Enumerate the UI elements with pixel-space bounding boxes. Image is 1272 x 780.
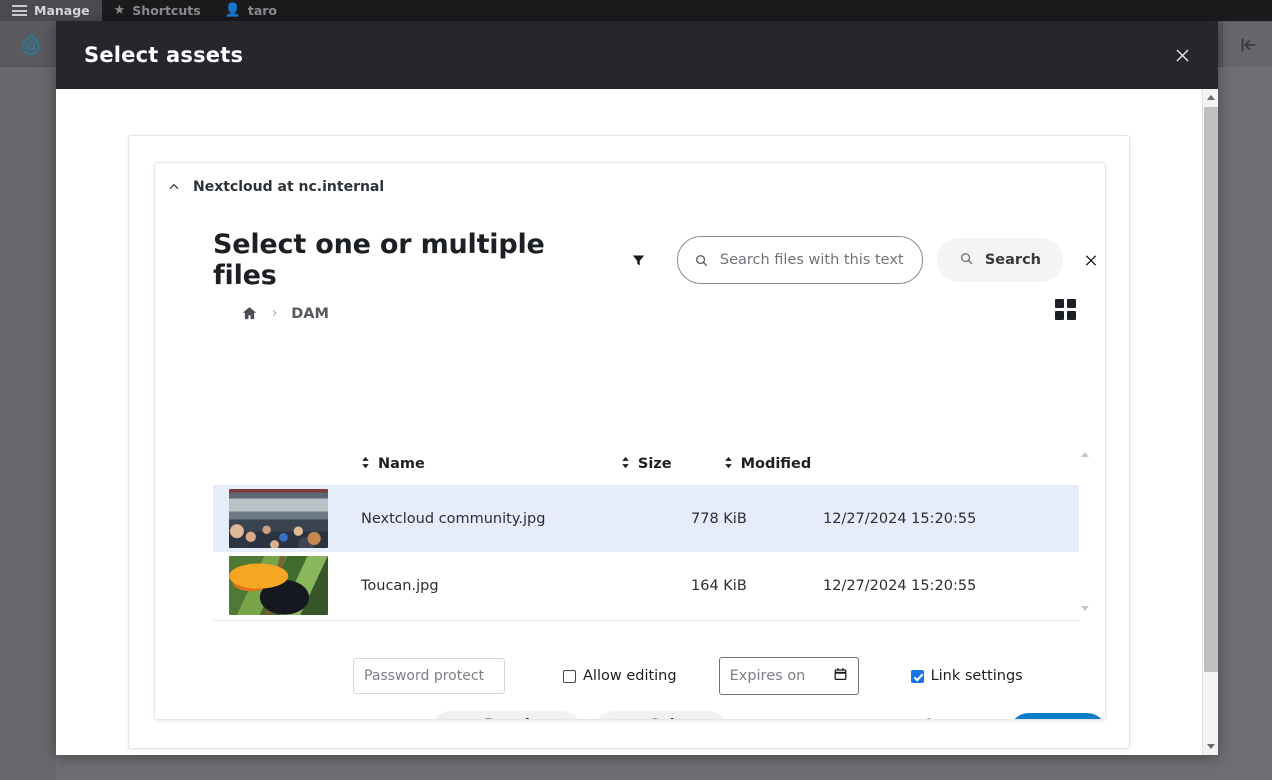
search-icon [959,251,974,270]
toolbar-item-user-label: taro [247,3,278,18]
dialog-title: Select assets [84,43,244,67]
column-header-size-label: Size [637,456,672,472]
scrollbar-up-arrow-icon[interactable] [1079,449,1091,459]
file-modified: 12/27/2024 15:20:55 [823,510,977,527]
scrollbar-thumb[interactable] [1204,107,1218,672]
file-list-divider [213,620,1079,621]
column-header-size[interactable]: Size [621,456,672,473]
file-size: 164 KiB [691,577,747,594]
close-icon[interactable] [1077,246,1105,274]
selected-count-label: 1 selected [925,717,992,719]
toolbar-item-shortcuts[interactable]: ★ Shortcuts [102,0,213,21]
chevron-up-icon [167,180,181,194]
file-table: Name Size Modified Nextcloud community.j… [213,443,1079,619]
file-picker-header: Select one or multiple files Search file… [155,195,1105,291]
sort-arrows-icon [724,456,734,473]
grid-cell [1067,299,1076,308]
file-modified: 12/27/2024 15:20:55 [823,577,977,594]
breadcrumb-item-dam[interactable]: DAM [291,306,329,322]
unchecked-box-icon [563,669,576,683]
link-settings-checkbox[interactable]: Link settings [910,668,1023,684]
allow-editing-checkbox[interactable]: Allow editing [563,668,677,684]
column-header-modified[interactable]: Modified [724,456,812,473]
star-icon: ★ [113,3,126,18]
filter-icon[interactable] [628,249,649,271]
grid-view-icon[interactable] [1055,299,1077,321]
breadcrumb: › DAM [155,291,1105,322]
password-protect-input[interactable] [353,658,505,694]
toolbar-item-manage[interactable]: Manage [0,0,102,21]
share-options-row: Allow editing Expires on [155,657,1105,695]
ok-button[interactable]: Ok [1009,713,1105,719]
scrollbar-down-arrow-icon[interactable] [1079,603,1091,613]
user-icon: 👤 [224,3,241,18]
search-input[interactable] [717,251,906,269]
toolbar-item-shortcuts-label: Shortcuts [132,3,201,18]
nextcloud-panel: Nextcloud at nc.internal Select one or m… [154,162,1106,720]
file-list-scrollbar[interactable] [1079,449,1091,621]
dialog-header: Select assets [56,21,1218,89]
breadcrumb-separator-icon: › [272,306,278,321]
close-icon[interactable] [1164,37,1200,73]
search-icon [694,253,709,268]
toolbar-item-user[interactable]: 👤 taro [213,0,289,21]
select-all-label: Select all [643,717,707,719]
admin-left-rail [0,67,56,780]
search-button-label: Search [984,252,1041,268]
grid-cell [1055,299,1064,308]
file-table-header: Name Size Modified [213,443,1079,485]
search-input-wrapper[interactable] [676,236,923,284]
expires-on-placeholder: Expires on [729,668,806,684]
sort-arrows-icon [621,456,631,473]
refresh-icon[interactable] [167,717,198,719]
expires-on-date-input[interactable]: Expires on [718,657,859,695]
collapse-sidebar-icon[interactable] [1222,22,1272,67]
dialog-body: Nextcloud at nc.internal Select one or m… [56,89,1218,755]
file-picker-title: Select one or multiple files [213,229,545,291]
deselect-all-button[interactable]: Deselect all [429,711,583,719]
column-header-name-label: Name [378,456,425,472]
column-header-name[interactable]: Name [361,456,425,473]
hamburger-icon [12,5,27,16]
file-name: Nextcloud community.jpg [361,510,546,527]
search-button[interactable]: Search [936,238,1063,282]
link-settings-label: Link settings [930,668,1023,684]
nextcloud-accordion-label: Nextcloud at nc.internal [193,179,385,195]
dialog-scrollbar[interactable] [1202,89,1218,755]
calendar-icon[interactable] [833,666,848,686]
file-size: 778 KiB [691,510,747,527]
table-row[interactable]: Toucan.jpg 164 KiB 12/27/2024 15:20:55 [213,552,1079,619]
deselect-all-label: Deselect all [479,717,561,719]
grid-cell [1067,311,1076,320]
drupal-admin-toolbar: Manage ★ Shortcuts 👤 taro [0,0,1272,21]
select-assets-dialog: Select assets Nextcloud at nc.internal S… [56,21,1218,755]
scrollbar-down-arrow-icon[interactable] [1203,738,1218,755]
toolbar-item-manage-label: Manage [34,3,90,18]
file-thumbnail [229,489,328,548]
checked-box-icon [910,669,924,683]
select-all-button[interactable]: Select all [592,711,729,719]
grid-cell [1055,311,1064,320]
nextcloud-accordion-header[interactable]: Nextcloud at nc.internal [155,163,1105,195]
sort-arrows-icon [361,456,371,473]
column-header-modified-label: Modified [740,456,812,472]
home-icon[interactable] [241,305,258,322]
file-thumbnail [229,556,328,615]
file-name: Toucan.jpg [361,577,439,594]
allow-editing-label: Allow editing [583,668,677,684]
scrollbar-up-arrow-icon[interactable] [1203,89,1218,106]
table-row[interactable]: Nextcloud community.jpg 778 KiB 12/27/20… [213,485,1079,552]
file-list-container: Name Size Modified Nextcloud community.j… [155,443,1105,621]
asset-browser-card: Nextcloud at nc.internal Select one or m… [128,135,1130,749]
drupal-drop-logo [18,32,44,58]
file-picker-footer: 34 MiB used Deselect all Select all 1 se… [155,703,1105,719]
